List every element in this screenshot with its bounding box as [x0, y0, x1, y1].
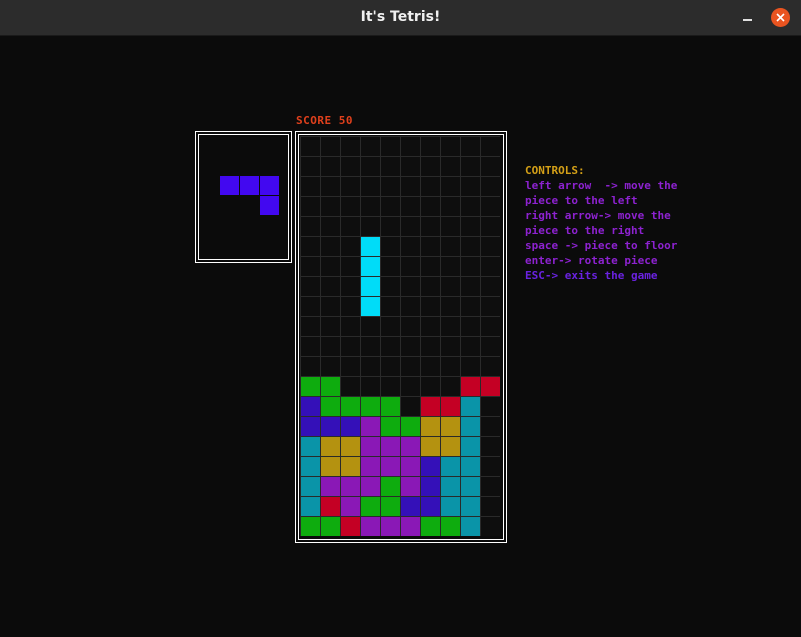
tetromino-block: [341, 417, 360, 436]
tetromino-block: [361, 397, 380, 416]
tetromino-block: [341, 497, 360, 516]
tetromino-block: [461, 497, 480, 516]
tetromino-block: [361, 417, 380, 436]
tetromino-block: [341, 477, 360, 496]
tetromino-block: [441, 437, 460, 456]
tetromino-block: [461, 417, 480, 436]
tetromino-block: [321, 457, 340, 476]
tetromino-block: [321, 437, 340, 456]
tetromino-block: [421, 417, 440, 436]
controls-title: CONTROLS:: [525, 164, 585, 177]
tetromino-block: [461, 477, 480, 496]
tetromino-block: [361, 297, 380, 316]
tetromino-block: [361, 277, 380, 296]
tetromino-block: [301, 457, 320, 476]
tetromino-block: [321, 497, 340, 516]
control-line: left arrow -> move the: [525, 179, 678, 192]
tetromino-block: [381, 417, 400, 436]
tetromino-block: [381, 437, 400, 456]
tetromino-block: [441, 477, 460, 496]
tetromino-block: [381, 477, 400, 496]
tetromino-block: [401, 417, 420, 436]
tetromino-block: [301, 517, 320, 536]
tetromino-block: [301, 497, 320, 516]
tetromino-block: [401, 477, 420, 496]
control-line: space -> piece to floor: [525, 239, 678, 252]
tetromino-block: [301, 477, 320, 496]
tetromino-block: [301, 377, 320, 396]
tetromino-block: [481, 377, 500, 396]
tetromino-block: [341, 457, 360, 476]
tetromino-block: [361, 477, 380, 496]
control-line: piece to the right: [525, 224, 645, 237]
window-title: It's Tetris!: [360, 9, 441, 25]
next-piece-block: [260, 176, 279, 195]
minimize-icon[interactable]: [739, 8, 757, 26]
tetromino-block: [321, 417, 340, 436]
tetromino-block: [321, 517, 340, 536]
tetromino-block: [301, 437, 320, 456]
game-board: [300, 136, 500, 536]
tetromino-block: [361, 497, 380, 516]
tetromino-block: [401, 437, 420, 456]
title-bar: It's Tetris!: [0, 0, 801, 36]
tetromino-block: [381, 517, 400, 536]
tetromino-block: [381, 397, 400, 416]
tetromino-block: [421, 477, 440, 496]
tetromino-block: [361, 517, 380, 536]
control-line: ESC-> exits the game: [525, 269, 658, 282]
tetromino-block: [441, 397, 460, 416]
tetromino-block: [441, 497, 460, 516]
tetromino-block: [441, 517, 460, 536]
tetromino-block: [401, 517, 420, 536]
tetromino-block: [461, 397, 480, 416]
tetromino-block: [361, 437, 380, 456]
tetromino-block: [421, 497, 440, 516]
tetromino-block: [361, 457, 380, 476]
next-piece-block: [240, 176, 259, 195]
tetromino-block: [361, 237, 380, 256]
tetromino-block: [381, 457, 400, 476]
tetromino-block: [461, 457, 480, 476]
tetromino-block: [321, 477, 340, 496]
control-line: piece to the left: [525, 194, 638, 207]
tetromino-block: [461, 377, 480, 396]
tetromino-block: [421, 437, 440, 456]
tetromino-block: [461, 437, 480, 456]
tetromino-block: [401, 457, 420, 476]
control-line: enter-> rotate piece: [525, 254, 658, 267]
tetromino-block: [361, 257, 380, 276]
next-piece-block: [220, 176, 239, 195]
tetromino-block: [441, 417, 460, 436]
next-piece-block: [260, 196, 279, 215]
tetromino-block: [421, 457, 440, 476]
tetromino-block: [321, 397, 340, 416]
tetromino-block: [441, 457, 460, 476]
tetromino-block: [381, 497, 400, 516]
tetromino-block: [341, 397, 360, 416]
tetromino-block: [421, 517, 440, 536]
tetromino-block: [321, 377, 340, 396]
tetromino-block: [301, 417, 320, 436]
tetromino-block: [461, 517, 480, 536]
score-label: SCORE 50: [296, 114, 353, 127]
close-icon[interactable]: [771, 8, 790, 27]
tetromino-block: [341, 517, 360, 536]
control-line: right arrow-> move the: [525, 209, 671, 222]
tetromino-block: [421, 397, 440, 416]
tetromino-block: [301, 397, 320, 416]
tetromino-block: [341, 437, 360, 456]
tetromino-block: [401, 497, 420, 516]
controls-panel: CONTROLS: left arrow -> move the piece t…: [525, 163, 677, 283]
